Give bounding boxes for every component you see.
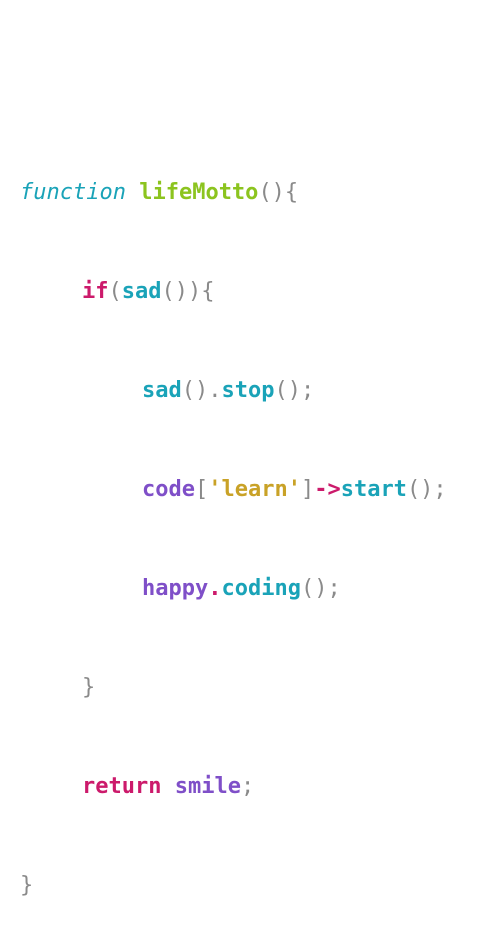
return-end-punct: ; — [240, 774, 255, 799]
code-line-learn: code['learn']->start(); — [20, 473, 447, 506]
return-keyword: return — [82, 774, 162, 799]
code-line-return: return smile; — [20, 770, 447, 803]
right-bracket: ] — [300, 477, 315, 502]
code-line-function: function lifeMotto(){ — [20, 176, 447, 209]
coding-method: coding — [221, 576, 301, 601]
function-close-brace: } — [20, 873, 34, 898]
arrow-operator: -> — [314, 477, 341, 502]
code-line-happy: happy.coding(); — [20, 572, 447, 605]
function-name: lifeMotto — [139, 180, 259, 205]
if-close-punct: ()){ — [161, 279, 215, 304]
learn-string: 'learn' — [208, 477, 301, 502]
happy-object: happy — [142, 576, 209, 601]
start-method: start — [340, 477, 407, 502]
start-end-punct: (); — [406, 477, 447, 502]
happy-dot: . — [208, 576, 222, 601]
stop-end-punct: (); — [274, 378, 315, 403]
sad-call-2: sad — [142, 378, 182, 403]
code-line-if-close: } — [20, 671, 447, 704]
if-open-paren: ( — [108, 279, 122, 304]
sad-mid-punct: (). — [181, 378, 222, 403]
stop-method: stop — [221, 378, 275, 403]
code-snippet: function lifeMotto(){ if(sad()){ sad().s… — [20, 110, 447, 935]
code-line-sad-stop: sad().stop(); — [20, 374, 447, 407]
left-bracket: [ — [194, 477, 209, 502]
if-close-brace: } — [82, 675, 96, 700]
function-punct: (){ — [258, 180, 299, 205]
code-object: code — [142, 477, 195, 502]
code-line-function-close: } — [20, 869, 447, 902]
if-keyword: if — [82, 279, 109, 304]
sad-call: sad — [121, 279, 162, 304]
function-keyword: function — [20, 180, 126, 205]
smile-value: smile — [174, 774, 241, 799]
coding-end-punct: (); — [300, 576, 341, 601]
code-line-if: if(sad()){ — [20, 275, 447, 308]
